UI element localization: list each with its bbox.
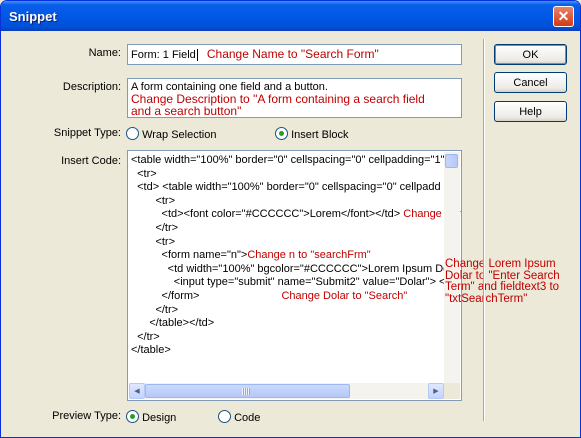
code-line: </table></td> <box>131 317 215 330</box>
radio-insert-block-label: Insert Block <box>291 129 349 141</box>
insert-code-editor[interactable]: <table width="100%" border="0" cellspaci… <box>127 150 462 401</box>
vertical-scroll-thumb[interactable] <box>445 154 458 168</box>
note-lorem-ipsum: Change Lorem Ipsum Dolar to "Enter Searc… <box>445 258 560 305</box>
close-button[interactable]: ✕ <box>553 6 574 27</box>
insert-code-label: Insert Code: <box>61 155 121 167</box>
help-button[interactable]: Help <box>494 101 567 122</box>
code-line: <td> <table width="100%" border="0" cell… <box>131 181 441 194</box>
code-line: </tr> <box>131 221 179 234</box>
description-input[interactable]: A form containing one field and a button… <box>127 78 462 118</box>
ok-button[interactable]: OK <box>494 44 567 65</box>
snippet-type-label: Snippet Type: <box>53 127 121 139</box>
code-line: </tr> <box>131 330 160 343</box>
scroll-corner <box>444 383 460 399</box>
dialog-title: Snippet <box>9 9 57 24</box>
name-label-text: Name: <box>88 47 121 59</box>
text-cursor <box>196 49 198 61</box>
scroll-grip-icon <box>242 388 250 395</box>
note-lorem-ipsum-line: "txtSearchTerm" <box>445 292 528 305</box>
code-line-text: <td><font color="#CCCCCC">Lorem</font></… <box>131 208 401 221</box>
name-note: Change Name to "Search Form" <box>206 47 379 61</box>
horizontal-scroll-thumb[interactable] <box>145 384 350 398</box>
code-line: </tr> <box>131 303 179 316</box>
code-line: </form> Change Dolar to "Search" <box>131 290 458 304</box>
close-icon: ✕ <box>557 8 570 24</box>
code-line-text: </form> <box>131 289 200 302</box>
radio-design-label: Design <box>142 412 177 424</box>
code-line: </table> <box>131 344 171 357</box>
note-dolar: Change Dolar to "Search" <box>281 289 408 302</box>
snippet-dialog: Snippet ✕ Name: Form: 1 Field Change Nam… <box>0 0 581 438</box>
radio-code-control[interactable] <box>218 410 231 423</box>
radio-wrap-selection[interactable]: Wrap Selection <box>126 127 216 141</box>
description-note-2: and a search button" <box>131 104 242 118</box>
radio-wrap-selection-control[interactable] <box>126 127 139 140</box>
code-line: <form name="n">Change n to "searchFrm" <box>131 249 458 263</box>
radio-code-label: Code <box>234 412 261 424</box>
title-bar[interactable]: Snippet ✕ <box>1 1 580 31</box>
name-label: Name: <box>61 47 121 59</box>
description-label: Description: <box>41 81 121 93</box>
scroll-left-icon[interactable]: ◀ <box>129 383 145 399</box>
code-line: <table width="100%" border="0" cellspaci… <box>131 154 445 166</box>
horizontal-scrollbar[interactable]: ◀ ▶ <box>129 383 444 399</box>
radio-insert-block[interactable]: Insert Block <box>275 127 349 141</box>
radio-wrap-selection-label: Wrap Selection <box>142 129 217 141</box>
code-line-text: <form name="n"> <box>131 249 248 262</box>
help-button-label: Help <box>519 105 542 118</box>
radio-design[interactable]: Design <box>126 410 176 424</box>
note-lorem-ipsum-line: Term" and fieldtext3 to <box>445 281 560 293</box>
scroll-right-icon[interactable]: ▶ <box>428 383 444 399</box>
radio-design-control[interactable] <box>126 410 139 423</box>
name-input[interactable]: Form: 1 Field Change Name to "Search For… <box>127 44 462 65</box>
code-line: <tr> <box>131 194 176 207</box>
radio-code[interactable]: Code <box>218 410 260 424</box>
description-label-text: Description: <box>62 81 121 93</box>
cancel-button-label: Cancel <box>513 76 548 89</box>
name-input-value: Form: 1 Field <box>131 49 196 61</box>
code-line: <input type="submit" name="Submit2" valu… <box>131 276 449 289</box>
code-line: <tr> <box>131 235 176 248</box>
code-content: <table width="100%" border="0" cellspaci… <box>131 154 461 358</box>
ok-button-label: OK <box>522 48 539 61</box>
note-lorem-ipsum-line: Change Lorem Ipsum <box>445 258 556 270</box>
code-line: <tr> <box>131 167 157 180</box>
vertical-separator <box>483 39 485 421</box>
note-n: Change n to "searchFrm" <box>247 249 371 262</box>
radio-insert-block-control[interactable] <box>275 127 288 140</box>
cancel-button[interactable]: Cancel <box>494 72 567 93</box>
code-line: <td width="100%" bgcolor="#CCCCCC">Lorem… <box>131 262 452 275</box>
code-line: <td><font color="#CCCCCC">Lorem</font></… <box>131 208 461 222</box>
preview-type-label: Preview Type: <box>52 410 121 422</box>
